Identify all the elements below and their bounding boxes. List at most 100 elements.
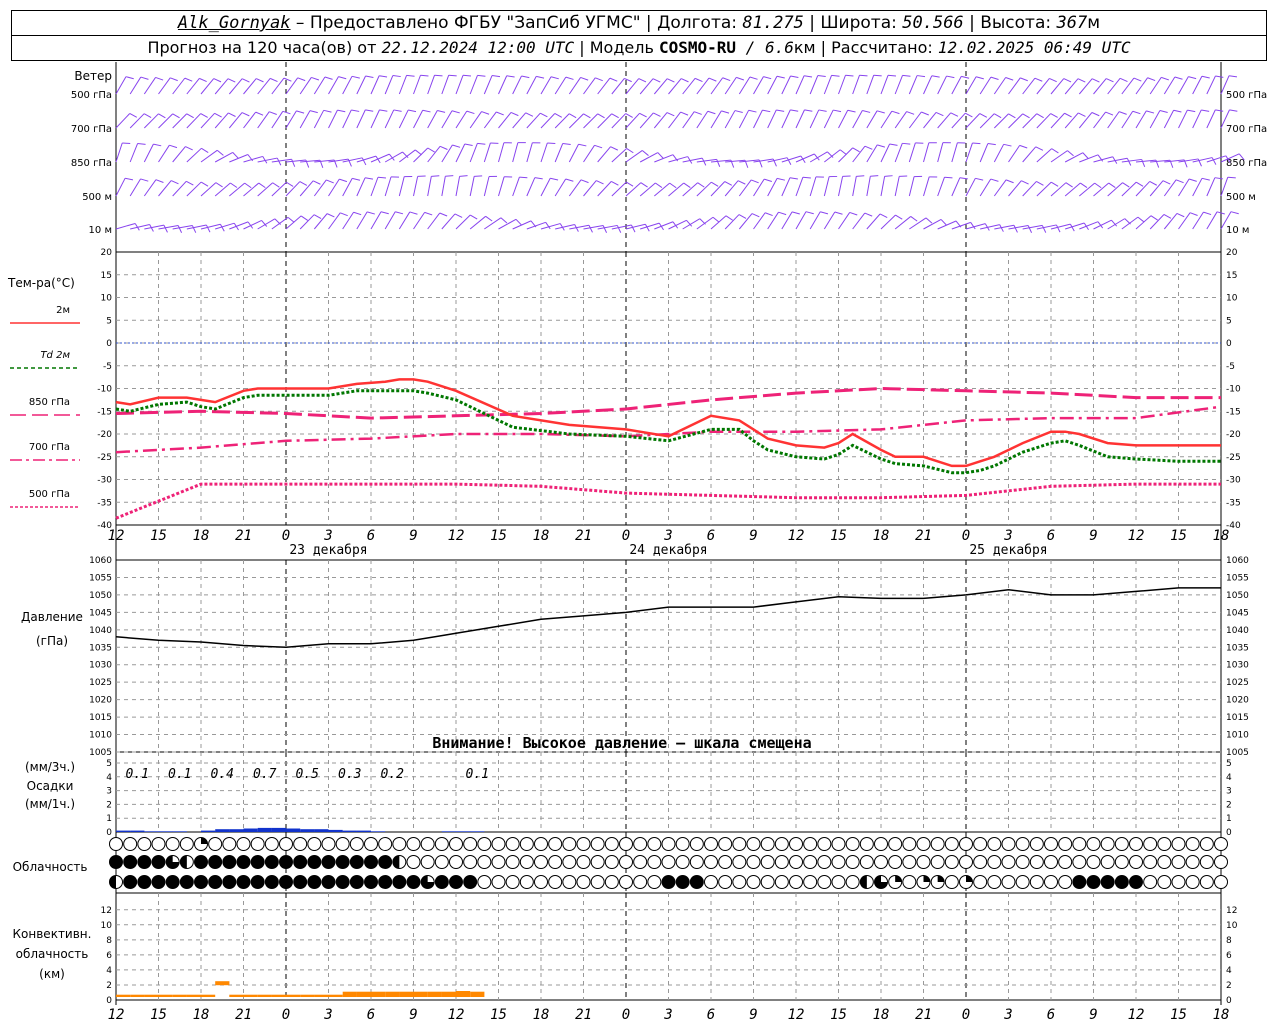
wind-barb-flag [721, 110, 730, 114]
cloud-circle [307, 837, 322, 851]
wind-barb-flag [979, 113, 988, 118]
wind-barb-staff [214, 182, 231, 197]
wind-barb-staff [1064, 152, 1084, 163]
wind-barb-flag [724, 181, 733, 186]
wind-barb-flag [550, 76, 559, 80]
wind-barb-flag [1050, 113, 1058, 118]
wind-barb-flag [738, 214, 747, 219]
hour-label-bottom: 21 [235, 1007, 252, 1023]
cloud-symbol [576, 837, 591, 851]
precip-3h-total: 0.1 [466, 767, 489, 782]
wind-barb-staff [1178, 76, 1189, 95]
wind-barb-staff [568, 113, 584, 129]
cloud-circle [1214, 837, 1228, 851]
cloud-symbol [321, 855, 336, 869]
wind-barb-flag [776, 75, 785, 79]
wind-barb-flag [485, 215, 493, 222]
wind-barb-staff [455, 214, 471, 230]
precip-panel-title: Осадки [27, 779, 74, 793]
wind-barb-staff [129, 113, 145, 129]
cloud-symbol [137, 855, 152, 869]
cloud-symbol [874, 855, 888, 869]
cloud-circle [208, 837, 223, 851]
temp-tick-right: -25 [1226, 453, 1241, 463]
wind-barb-staff [1149, 77, 1162, 95]
wind-barb-staff [143, 143, 154, 163]
cloud-circle [760, 855, 775, 869]
hour-label-bottom: 18 [1213, 1007, 1230, 1023]
wind-barb-staff [710, 110, 722, 129]
cloud-symbol [576, 855, 591, 869]
wind-barb-staff [427, 176, 432, 197]
wind-barb-staff [455, 176, 461, 197]
cloud-circle [817, 855, 832, 869]
pressure-tick-right: 1030 [1226, 661, 1249, 671]
wind-barb-flag [477, 142, 486, 145]
cloud-circle [1214, 855, 1228, 869]
conv-tick: 6 [106, 951, 112, 961]
wind-barb-staff [866, 213, 881, 230]
cloud-symbol [1214, 855, 1228, 869]
cloud-symbol [562, 837, 577, 851]
wind-barb-flag [312, 180, 321, 185]
wind-barb-flag [895, 214, 903, 220]
wind-barb-staff [370, 177, 379, 197]
wind-barb-staff [129, 143, 139, 163]
hour-label-bottom: 15 [830, 1007, 847, 1023]
cloud-circle [817, 837, 832, 851]
wind-barb-staff [229, 154, 249, 163]
wind-barb-flag [393, 109, 402, 112]
wind-barb-staff [427, 212, 441, 230]
wind-barb-staff [1079, 182, 1095, 197]
wind-barb-staff [583, 180, 597, 197]
cloud-circle [689, 837, 704, 851]
wind-barb-flag [462, 74, 472, 77]
cloud-symbol [123, 875, 138, 889]
wind-barb-staff [583, 77, 596, 95]
cloud-circle [689, 875, 704, 889]
cloud-circle [987, 855, 1002, 869]
cloud-circle [633, 855, 648, 869]
wind-barb-flag [642, 150, 649, 156]
wind-barb-staff [1050, 150, 1068, 163]
cloud-symbol [222, 875, 237, 889]
cloud-circle [505, 875, 520, 889]
wind-barb-flag [199, 77, 207, 83]
cloud-symbol [392, 875, 407, 889]
cloud-symbol [576, 875, 591, 889]
temp-tick-right: 5 [1226, 316, 1232, 326]
cloud-symbol [109, 875, 123, 889]
cloud-circle [604, 837, 619, 851]
precip-tick-right: 2 [1226, 800, 1232, 810]
wind-barb-flag [580, 76, 589, 81]
wind-barb-staff [271, 181, 287, 197]
wind-barb-staff [724, 77, 737, 95]
wind-barb-staff [795, 177, 804, 197]
wind-barb-flag [580, 179, 589, 184]
cloud-symbol [859, 875, 874, 889]
temp-tick: -10 [97, 385, 112, 395]
conv-bar [271, 994, 286, 997]
wind-barb-staff [158, 113, 173, 129]
wind-barb-flag [283, 77, 292, 82]
conv-panel-title-2: облачность [16, 947, 89, 961]
pressure-tick-right: 1015 [1226, 713, 1249, 723]
cloud-circle [293, 875, 308, 889]
wind-barb-flag [578, 143, 587, 147]
cloud-circle [874, 855, 888, 869]
wind-barb-staff [993, 144, 1005, 163]
cloud-circle [378, 837, 393, 851]
cloud-circle [406, 837, 421, 851]
wind-barb-staff [1121, 77, 1135, 95]
cloud-circle [845, 855, 860, 869]
wind-barb-flag [931, 75, 940, 78]
wind-barb-flag [1162, 180, 1171, 185]
cloud-symbol [491, 855, 506, 869]
cloud-circle [236, 875, 251, 889]
cloud-circle [1157, 875, 1172, 889]
wind-barb-flag [129, 113, 138, 118]
cloud-symbol [789, 837, 803, 851]
cloud-circle [1185, 875, 1200, 889]
wind-barb-flag [1077, 78, 1086, 83]
wind-barb-staff [724, 110, 736, 129]
